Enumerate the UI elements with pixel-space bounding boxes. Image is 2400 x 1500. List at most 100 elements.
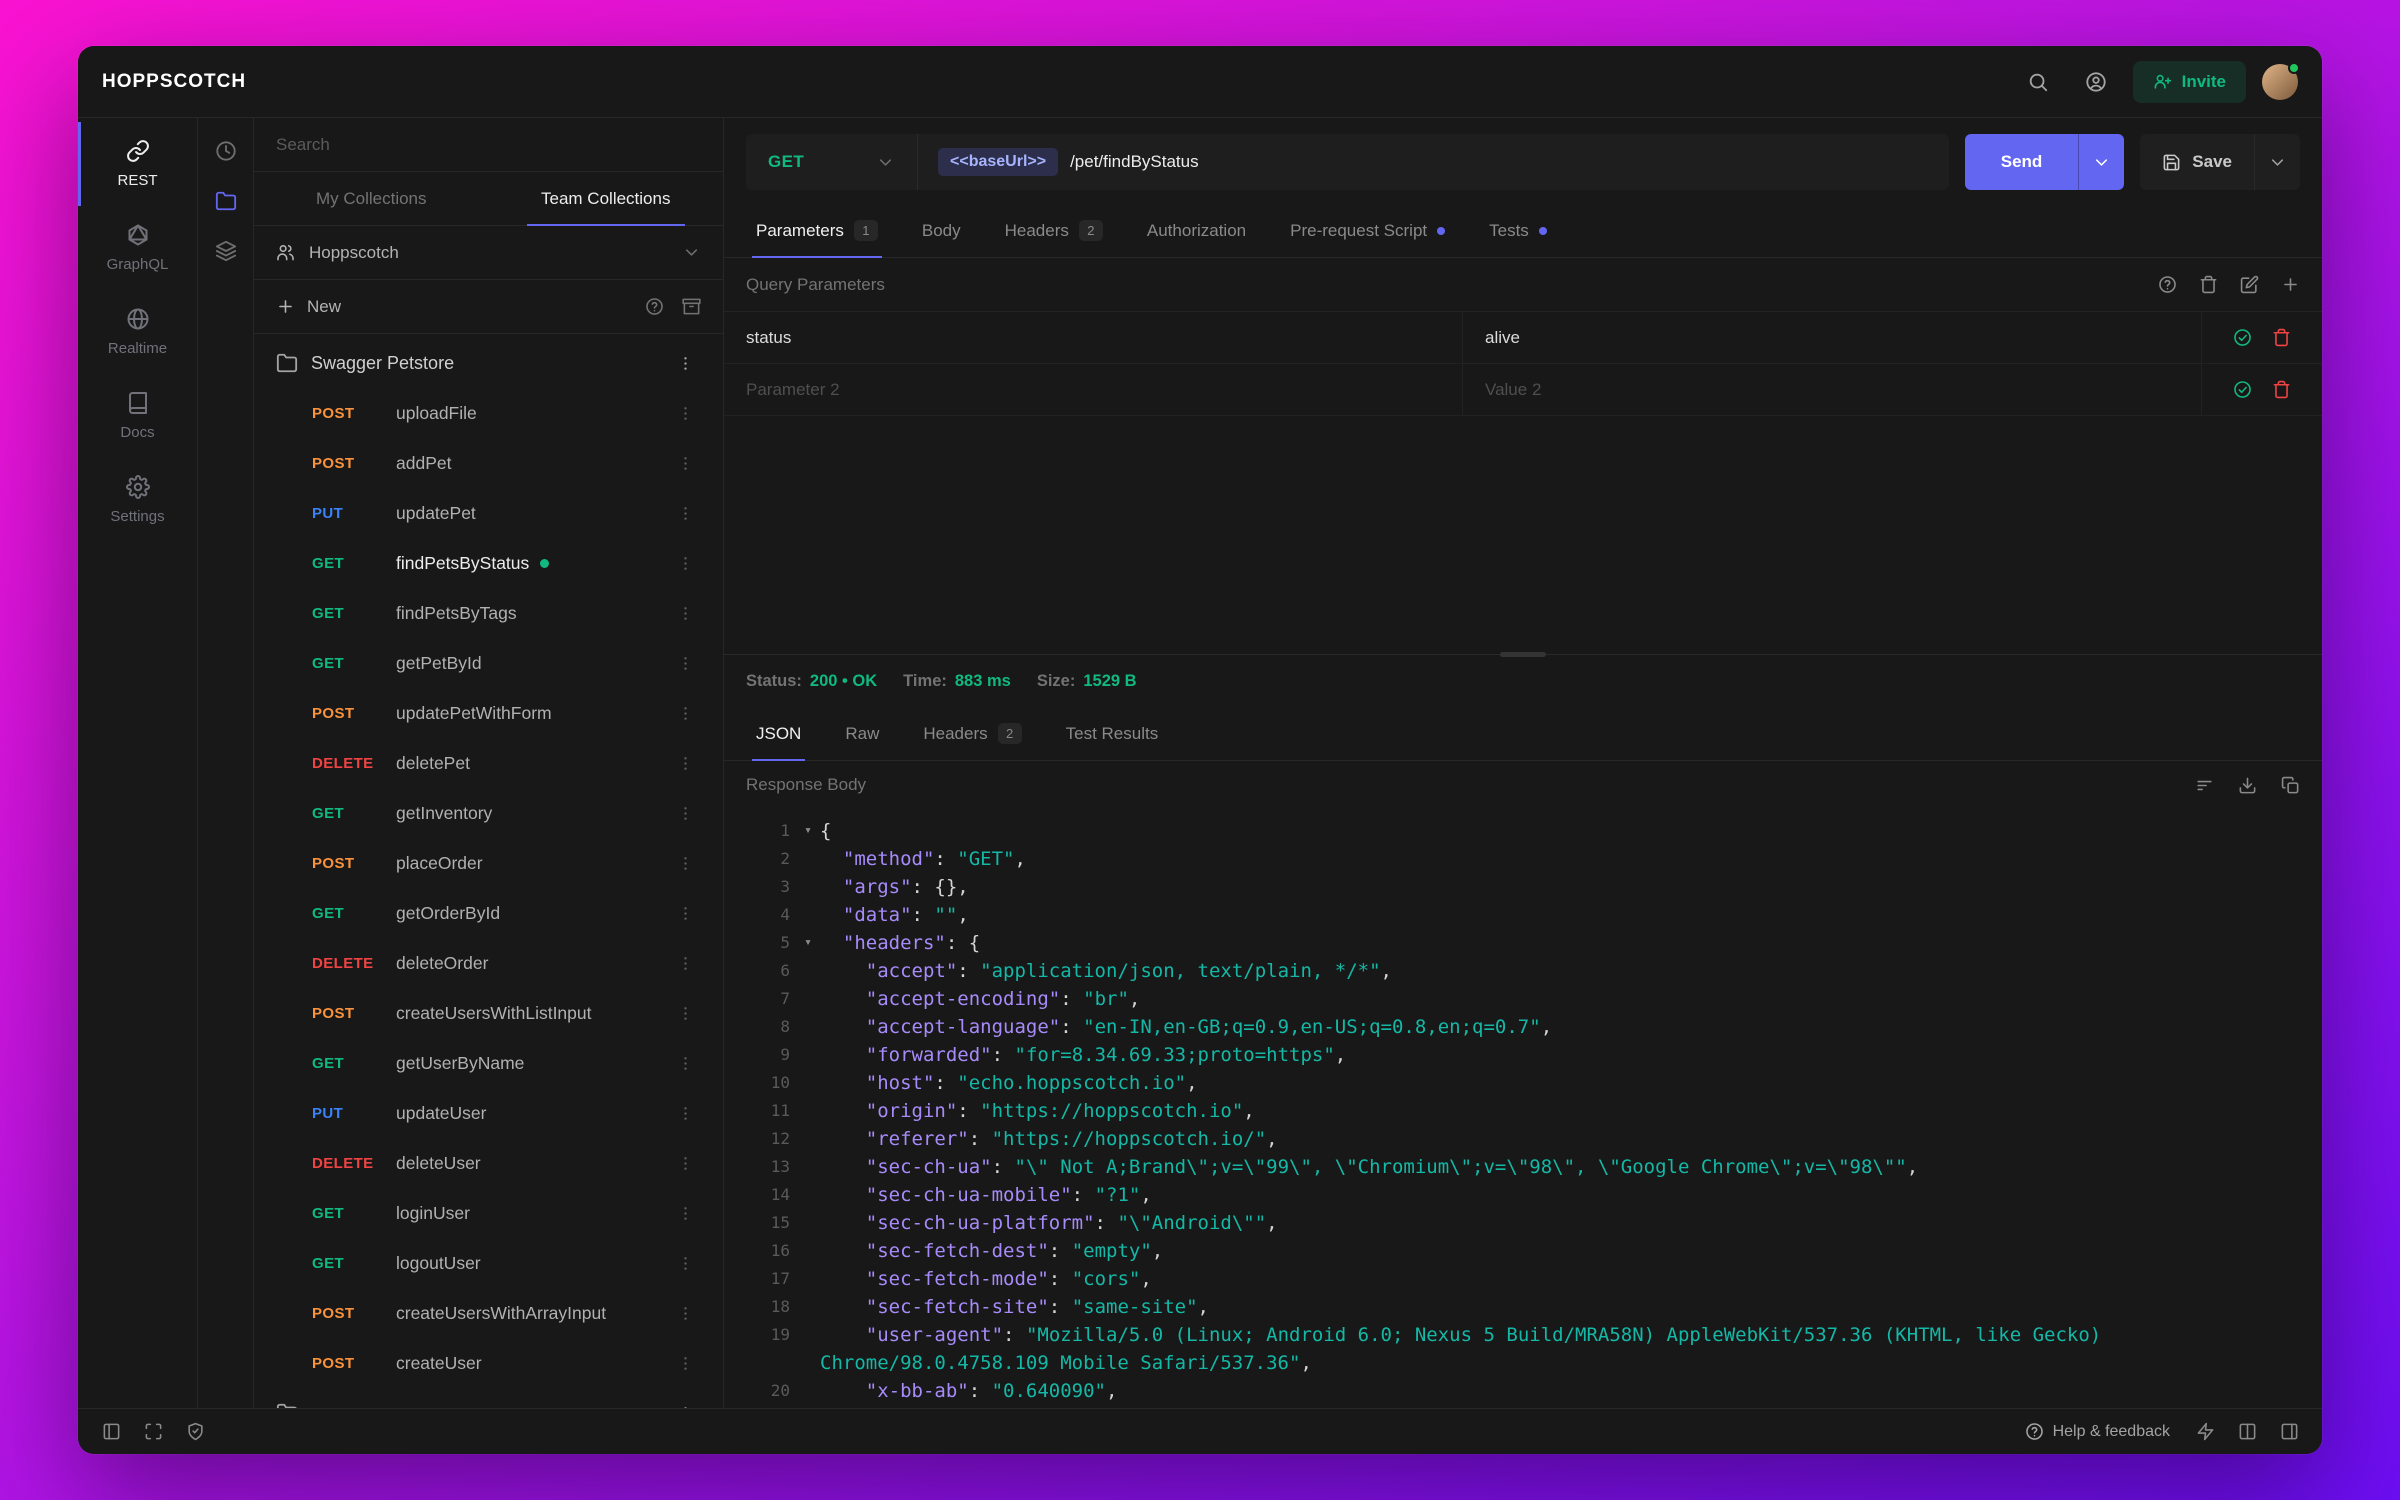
search-button[interactable] — [2017, 61, 2059, 103]
request-item[interactable]: PUT updateUser — [254, 1088, 723, 1138]
request-item[interactable]: DELETE deleteOrder — [254, 938, 723, 988]
param-delete-button[interactable] — [2272, 380, 2291, 399]
request-options-button[interactable] — [669, 1247, 701, 1279]
history-tab-button[interactable] — [205, 130, 247, 172]
collection-folder[interactable]: Swagger Petstore — [254, 338, 723, 388]
nav-item-graphql[interactable]: GraphQL — [78, 206, 197, 290]
save-button[interactable]: Save — [2140, 134, 2254, 190]
wrap-lines-button[interactable] — [2195, 776, 2214, 795]
response-tab[interactable]: Headers 2 — [901, 707, 1043, 760]
nav-item-realtime[interactable]: Realtime — [78, 290, 197, 374]
request-options-button[interactable] — [669, 497, 701, 529]
environments-tab-button[interactable] — [205, 230, 247, 272]
new-collection-label[interactable]: New — [307, 297, 341, 317]
request-options-button[interactable] — [669, 897, 701, 929]
response-tab[interactable]: Test Results — [1044, 707, 1181, 760]
import-export-button[interactable] — [682, 297, 701, 316]
request-item[interactable]: GET logoutUser — [254, 1238, 723, 1288]
request-options-button[interactable] — [669, 447, 701, 479]
request-item[interactable]: POST createUsersWithListInput — [254, 988, 723, 1038]
nav-item-settings[interactable]: Settings — [78, 458, 197, 542]
collections-tab[interactable]: Team Collections — [489, 172, 724, 226]
param-active-toggle[interactable] — [2233, 328, 2252, 347]
request-item[interactable]: POST createUser — [254, 1338, 723, 1388]
app-logo[interactable]: HOPPSCOTCH — [102, 71, 246, 93]
request-item[interactable]: POST uploadFile — [254, 388, 723, 438]
base-url-chip[interactable]: <<baseUrl>> — [938, 148, 1059, 176]
request-options-button[interactable] — [669, 1197, 701, 1229]
toggle-right-panel-button[interactable] — [2272, 1415, 2306, 1449]
copy-response-button[interactable] — [2281, 776, 2300, 795]
params-help-button[interactable] — [2158, 275, 2177, 294]
team-selector[interactable]: Hoppscotch — [254, 226, 723, 280]
fold-icon[interactable]: ▾ — [796, 929, 820, 957]
request-item[interactable]: POST addPet — [254, 438, 723, 488]
url-input[interactable]: <<baseUrl>> /pet/findByStatus — [918, 134, 1949, 190]
request-tab[interactable]: Parameters 1 — [734, 204, 900, 258]
send-options-button[interactable] — [2078, 134, 2125, 190]
request-options-button[interactable] — [669, 647, 701, 679]
collections-tab-button[interactable] — [205, 180, 247, 222]
nav-item-docs[interactable]: Docs — [78, 374, 197, 458]
request-item[interactable]: GET getPetById — [254, 638, 723, 688]
request-tab[interactable]: Authorization — [1125, 204, 1268, 257]
request-tab[interactable]: Tests — [1467, 204, 1569, 257]
param-delete-button[interactable] — [2272, 328, 2291, 347]
column-layout-button[interactable] — [2230, 1415, 2264, 1449]
account-button[interactable] — [2075, 61, 2117, 103]
plus-icon[interactable] — [276, 297, 295, 316]
request-tab[interactable]: Headers 2 — [983, 204, 1125, 257]
fold-icon[interactable]: ▾ — [796, 817, 820, 845]
help-feedback-button[interactable]: Help & feedback — [2015, 1422, 2180, 1441]
interceptor-button[interactable] — [178, 1415, 212, 1449]
shortcuts-button[interactable] — [136, 1415, 170, 1449]
avatar[interactable] — [2262, 61, 2300, 100]
request-options-button[interactable] — [669, 1347, 701, 1379]
request-options-button[interactable] — [669, 997, 701, 1029]
shortcuts-zap-button[interactable] — [2188, 1415, 2222, 1449]
request-item[interactable]: GET getOrderById — [254, 888, 723, 938]
request-item[interactable]: PUT updatePet — [254, 488, 723, 538]
collections-help-button[interactable] — [645, 297, 664, 316]
invite-button[interactable]: Invite — [2132, 60, 2246, 103]
param-active-toggle[interactable] — [2233, 380, 2252, 399]
response-body-editor[interactable]: 1 ▾ { 2 ▾ "method": "GET", 3 — [724, 809, 2322, 1408]
download-response-button[interactable] — [2238, 776, 2257, 795]
request-item[interactable]: POST createUsersWithArrayInput — [254, 1288, 723, 1338]
request-item[interactable]: POST updatePetWithForm — [254, 688, 723, 738]
collections-tab[interactable]: My Collections — [254, 172, 489, 225]
request-options-button[interactable] — [669, 1147, 701, 1179]
folder-options-button[interactable] — [669, 1397, 701, 1408]
method-select[interactable]: GET — [746, 134, 918, 190]
response-tab[interactable]: Raw — [823, 707, 901, 760]
request-item[interactable]: GET findPetsByTags — [254, 588, 723, 638]
request-item[interactable]: GET findPetsByStatus — [254, 538, 723, 588]
param-value-field[interactable]: Value 2 — [1463, 364, 2202, 415]
request-options-button[interactable] — [669, 847, 701, 879]
nav-item-rest[interactable]: REST — [78, 122, 197, 206]
params-clear-all-button[interactable] — [2199, 275, 2218, 294]
request-options-button[interactable] — [669, 1297, 701, 1329]
response-tab[interactable]: JSON — [734, 707, 823, 761]
request-item[interactable]: GET getUserByName — [254, 1038, 723, 1088]
request-item[interactable]: DELETE deleteUser — [254, 1138, 723, 1188]
request-options-button[interactable] — [669, 797, 701, 829]
param-key-field[interactable]: status — [724, 312, 1463, 363]
request-item[interactable]: GET loginUser — [254, 1188, 723, 1238]
pane-resize-handle[interactable] — [1500, 652, 1546, 657]
request-options-button[interactable] — [669, 697, 701, 729]
request-options-button[interactable] — [669, 1097, 701, 1129]
toggle-sidebar-button[interactable] — [94, 1415, 128, 1449]
folder-options-button[interactable] — [669, 347, 701, 379]
request-options-button[interactable] — [669, 397, 701, 429]
request-options-button[interactable] — [669, 597, 701, 629]
request-options-button[interactable] — [669, 1047, 701, 1079]
param-value-field[interactable]: alive — [1463, 312, 2202, 363]
collections-search-input[interactable] — [276, 134, 701, 155]
request-options-button[interactable] — [669, 947, 701, 979]
param-key-field[interactable]: Parameter 2 — [724, 364, 1463, 415]
send-button[interactable]: Send — [1964, 134, 2079, 190]
save-options-button[interactable] — [2254, 134, 2300, 190]
request-options-button[interactable] — [669, 547, 701, 579]
params-add-button[interactable] — [2281, 275, 2300, 294]
